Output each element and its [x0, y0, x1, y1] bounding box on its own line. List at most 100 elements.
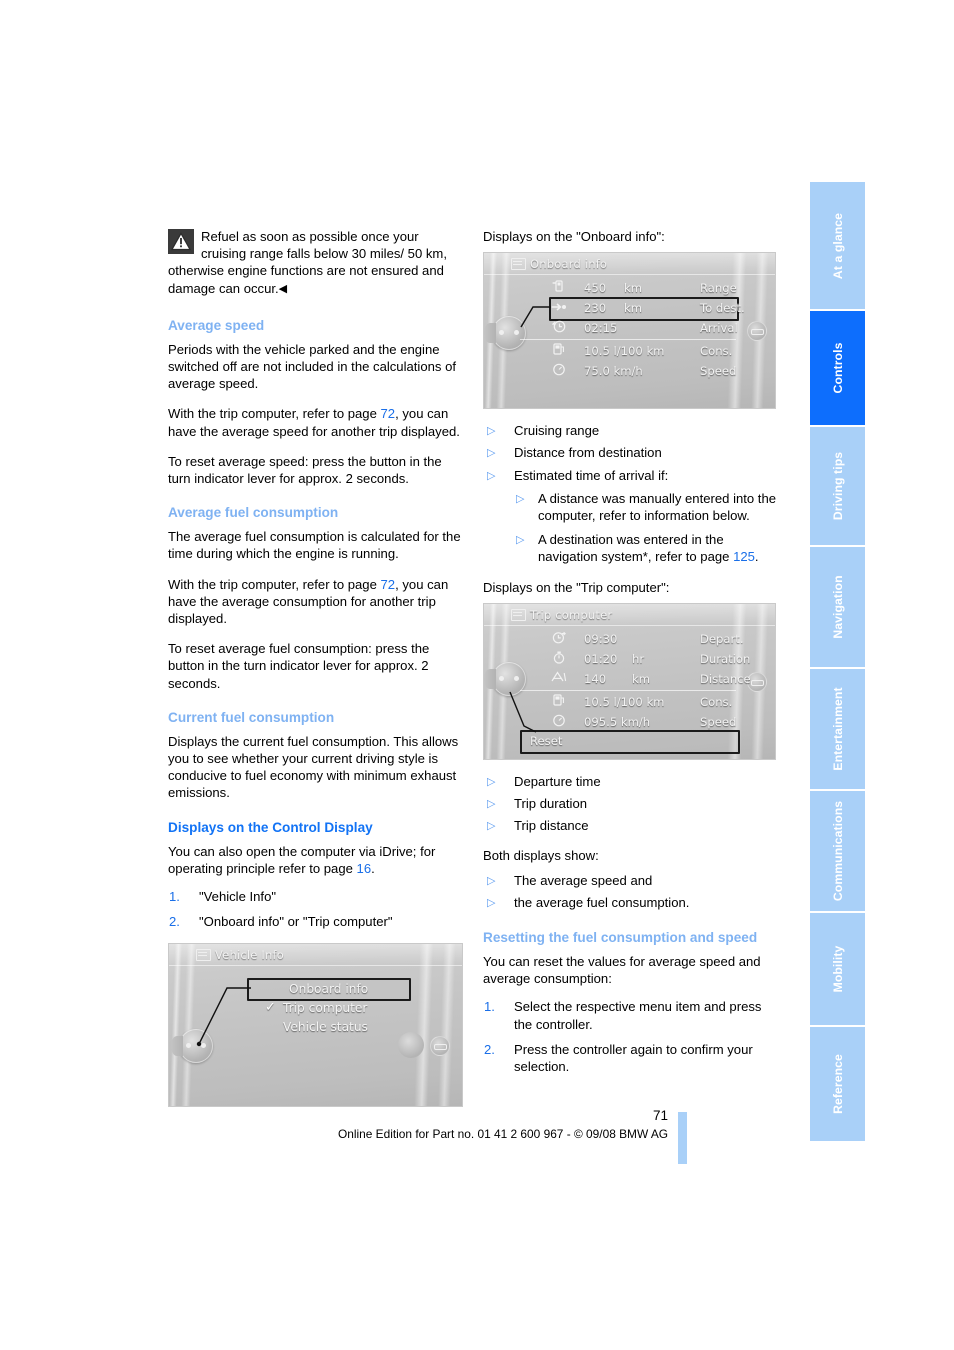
bullet-text: Estimated time of arrival if: [514, 467, 669, 483]
row-label: Arrival [700, 321, 738, 336]
trip-computer-bullets: ▷ Departure time ▷ Trip duration ▷ Trip … [483, 773, 782, 835]
list-item: ▷ A destination was entered in the navig… [514, 531, 782, 565]
row-separator [520, 339, 736, 341]
row-separator [520, 689, 736, 691]
sidebar-item-controls[interactable]: Controls [810, 311, 865, 425]
bullet-text: Cruising range [514, 423, 600, 439]
avg-speed-p2-before: With the trip computer, refer to page [168, 406, 381, 422]
footer-copyright: Online Edition for Part no. 01 41 2 600 … [338, 1127, 668, 1141]
list-item: 1. Select the respective menu item and p… [483, 998, 782, 1032]
sidebar-item-label: Navigation [830, 575, 845, 639]
cd-p1-before: You can also open the computer via iDriv… [168, 843, 436, 876]
distance-car-icon [550, 671, 568, 688]
leader-line [509, 691, 536, 733]
bullet-text: Distance from destination [514, 445, 662, 461]
heading-current-fuel-consumption: Current fuel consumption [168, 709, 335, 725]
right-text-column: Displays on the "Onboard info": Onboard … [483, 228, 782, 1088]
current-fuel-p1: Displays the current fuel consumption. T… [168, 733, 459, 801]
bullet-text: The average speed and [514, 872, 653, 888]
sidebar-item-communications[interactable]: Communications [810, 791, 865, 911]
row-value: 01:20 [584, 651, 618, 666]
avg-fuel-p2: With the trip computer, refer to page 72… [168, 576, 467, 628]
triangle-bullet-icon: ▷ [487, 896, 496, 909]
sidebar-item-mobility[interactable]: Mobility [810, 913, 865, 1025]
sidebar-item-driving-tips[interactable]: Driving tips [810, 427, 865, 545]
row-unit: km [624, 281, 643, 296]
avg-fuel-p1: The average fuel consumption is calculat… [168, 529, 461, 562]
step-number: 1. [169, 889, 180, 905]
page-link-72b[interactable]: 72 [381, 577, 396, 592]
row-label: Distance [700, 671, 751, 686]
row-label: Depart. [700, 631, 744, 646]
page-link-72a[interactable]: 72 [381, 406, 396, 421]
row-unit: km [624, 301, 643, 316]
sidebar-item-label: Communications [830, 800, 845, 902]
speedometer-icon [550, 363, 568, 381]
menu-item-trip-computer[interactable]: Trip computer [283, 1000, 367, 1017]
row-unit: hr [632, 651, 645, 666]
row-value: 140 [584, 671, 607, 686]
departure-clock-icon [550, 631, 568, 649]
fuel-consumption-icon [550, 694, 568, 711]
list-item: 2. "Onboard info" or "Trip computer" [168, 913, 467, 930]
list-item: ▷ Trip duration [483, 795, 782, 812]
row-value: 75.0 km/h [584, 364, 643, 379]
reset-button-label[interactable]: Reset [530, 733, 562, 750]
screen-titlebar [169, 944, 462, 967]
list-item: ▷ Cruising range [483, 422, 782, 439]
list-item: ▷ Trip distance [483, 817, 782, 834]
row-value: 230 [584, 301, 607, 316]
list-item: 2. Press the controller again to confirm… [483, 1041, 782, 1075]
checkmark-icon: ✓ [265, 1000, 276, 1016]
bullet-text: Trip distance [514, 818, 589, 834]
manual-page: Refuel as soon as possible once your cru… [0, 0, 954, 1350]
both-displays-caption: Both displays show: [483, 848, 599, 864]
heading-average-speed: Average speed [168, 317, 265, 333]
stopwatch-icon [550, 651, 568, 669]
sidebar-item-label: Mobility [830, 945, 845, 993]
menu-item-onboard-info[interactable]: Onboard info [289, 981, 368, 998]
vehicle-info-screenshot: Vehicle Info Onboard info ✓ Trip compute… [168, 943, 463, 1108]
list-item: ▷ A distance was manually entered into t… [514, 490, 782, 524]
screen-titlebar [484, 603, 775, 626]
right-small-knob-icon [430, 1036, 450, 1057]
bullet-text: A distance was manually entered into the… [538, 490, 777, 524]
page-link-16[interactable]: 16 [357, 861, 372, 876]
screen-titlebar [484, 253, 775, 276]
row-unit: km [632, 671, 651, 686]
bullet-text: Trip duration [514, 796, 588, 812]
right-knob-icon [398, 1032, 424, 1059]
row-label: To dest. [700, 301, 745, 316]
row-value: 095.5 km/h [584, 714, 651, 729]
triangle-bullet-icon: ▷ [487, 874, 496, 887]
row-value: 10.5 l/100 km [584, 344, 665, 359]
bullet-text: Departure time [514, 773, 601, 789]
sidebar-item-entertainment[interactable]: Entertainment [810, 669, 865, 789]
avg-fuel-p2-before: With the trip computer, refer to page [168, 576, 381, 592]
footer-accent-bar [678, 1112, 687, 1164]
list-item: ▷ Estimated time of arrival if: ▷ A dist… [483, 467, 782, 566]
menu-item-vehicle-status[interactable]: Vehicle status [283, 1019, 368, 1036]
row-label: Cons. [700, 344, 733, 359]
avg-fuel-p3: To reset average fuel consumption: press… [168, 641, 430, 691]
row-label: Speed [700, 364, 737, 379]
screen-icon [511, 608, 526, 621]
triangle-bullet-icon: ▷ [487, 425, 496, 438]
control-display-p1: You can also open the computer via iDriv… [168, 843, 467, 877]
step-number: 1. [484, 999, 495, 1015]
warning-note: Refuel as soon as possible once your cru… [168, 228, 467, 298]
sidebar-item-at-a-glance[interactable]: At a glance [810, 182, 865, 309]
onboard-info-caption: Displays on the "Onboard info": [483, 229, 665, 244]
step-text: Press the controller again to confirm yo… [514, 1041, 753, 1075]
heading-average-fuel-consumption: Average fuel consumption [168, 505, 339, 521]
sidebar-item-reference[interactable]: Reference [810, 1027, 865, 1141]
bullet-text: the average fuel consumption. [514, 894, 690, 910]
sidebar-item-navigation[interactable]: Navigation [810, 547, 865, 667]
vehicle-icon [196, 949, 211, 962]
control-display-steps: 1. "Vehicle Info" 2. "Onboard info" or "… [168, 888, 467, 930]
triangle-bullet-icon: ▷ [487, 798, 496, 811]
heading-displays-control-display: Displays on the Control Display [168, 819, 373, 835]
page-link-125[interactable]: 125 [733, 549, 755, 564]
idrive-controller-icon [171, 1029, 213, 1064]
row-value: 10.5 l/100 km [584, 694, 665, 709]
